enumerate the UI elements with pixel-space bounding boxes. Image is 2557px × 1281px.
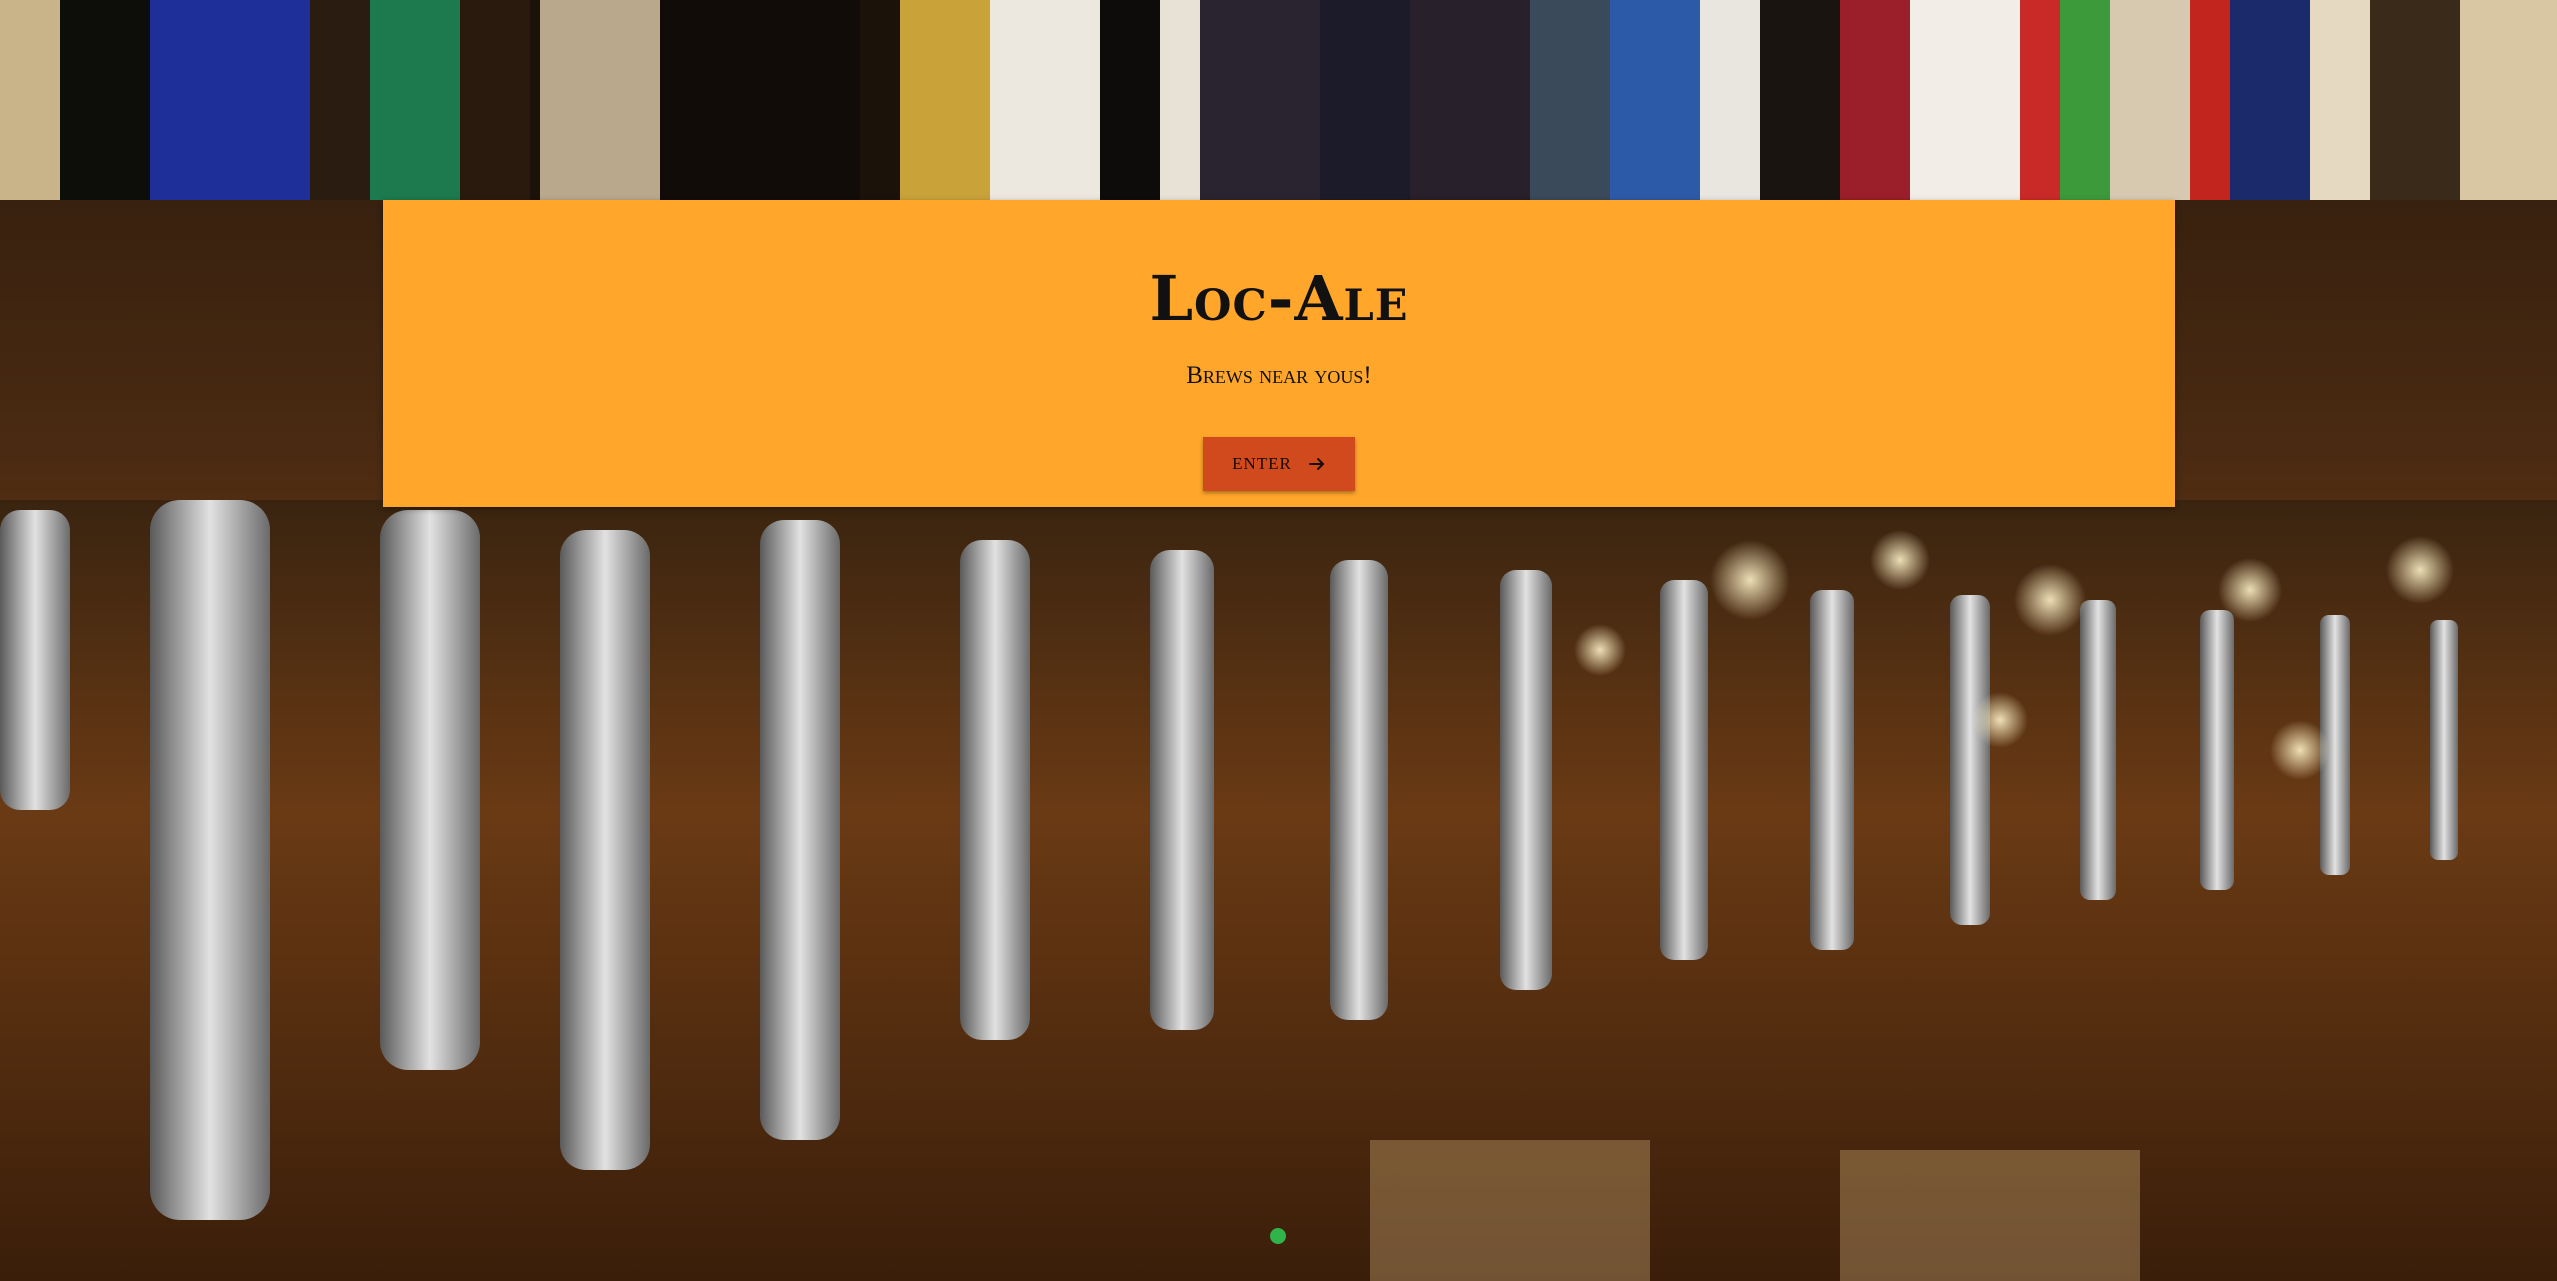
arrow-right-icon [1308, 458, 1324, 470]
enter-button[interactable]: ENTER [1203, 437, 1355, 491]
landing-page: Loc-Ale Brews near yous! ENTER [0, 0, 2557, 1281]
site-title: Loc-Ale [1149, 262, 1409, 335]
beer-faucets-image [0, 500, 2557, 1281]
enter-button-label: ENTER [1232, 454, 1292, 473]
carousel-dot[interactable] [1270, 1228, 1286, 1244]
site-tagline: Brews near yous! [1186, 362, 1372, 389]
hero-panel: Loc-Ale Brews near yous! ENTER [383, 200, 2175, 507]
beer-tap-handles-image [0, 0, 2557, 200]
